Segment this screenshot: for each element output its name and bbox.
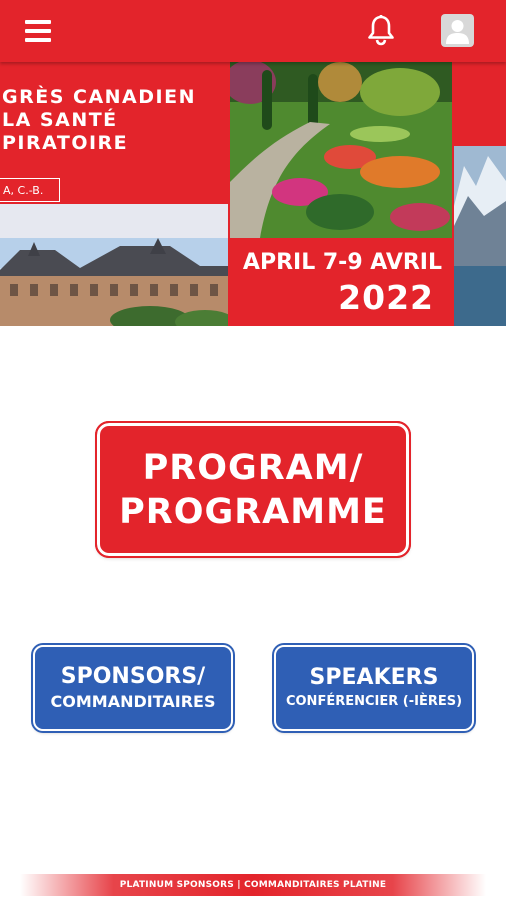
speakers-label-en: SPEAKERS (309, 665, 439, 690)
banner-title-line-2: LA SANTÉ (2, 109, 118, 131)
banner-location: A, C.-B. (0, 178, 60, 202)
speakers-label-fr: CONFÉRENCIER (-IÈRES) (285, 694, 463, 709)
banner-divider (0, 204, 228, 238)
mountain-photo (454, 146, 506, 326)
sponsors-label-en: SPONSORS/ (60, 664, 206, 689)
app-header (0, 0, 506, 62)
banner-title-block: GRÈS CANADIEN LA SANTÉ PIRATOIRE A, C.-B… (0, 62, 228, 202)
hamburger-menu-icon[interactable] (25, 20, 51, 42)
banner-title-line-1: GRÈS CANADIEN (2, 86, 196, 108)
banner-year: 2022 (338, 278, 434, 317)
platinum-sponsors-strip[interactable]: PLATINUM SPONSORS | COMMANDITAIRES PLATI… (20, 874, 486, 896)
program-label-fr: PROGRAMME (119, 491, 387, 532)
bell-icon[interactable] (366, 14, 396, 46)
program-button[interactable]: PROGRAM/ PROGRAMME (95, 421, 411, 558)
sponsors-label-fr: COMMANDITAIRES (50, 692, 216, 711)
garden-photo (230, 62, 452, 238)
banner-dates: APRIL 7-9 AVRIL (242, 250, 442, 275)
chateau-photo (0, 238, 228, 326)
speakers-button[interactable]: SPEAKERS CONFÉRENCIER (-IÈRES) (274, 645, 474, 731)
user-avatar-icon[interactable] (441, 14, 474, 47)
banner-date-block: APRIL 7-9 AVRIL 2022 (230, 240, 452, 326)
banner-title-line-3: PIRATOIRE (2, 132, 129, 154)
conference-banner: GRÈS CANADIEN LA SANTÉ PIRATOIRE A, C.-B… (0, 62, 506, 326)
program-label-en: PROGRAM/ (142, 447, 364, 488)
banner-right-panel (454, 62, 506, 144)
sponsors-button[interactable]: SPONSORS/ COMMANDITAIRES (33, 645, 233, 731)
